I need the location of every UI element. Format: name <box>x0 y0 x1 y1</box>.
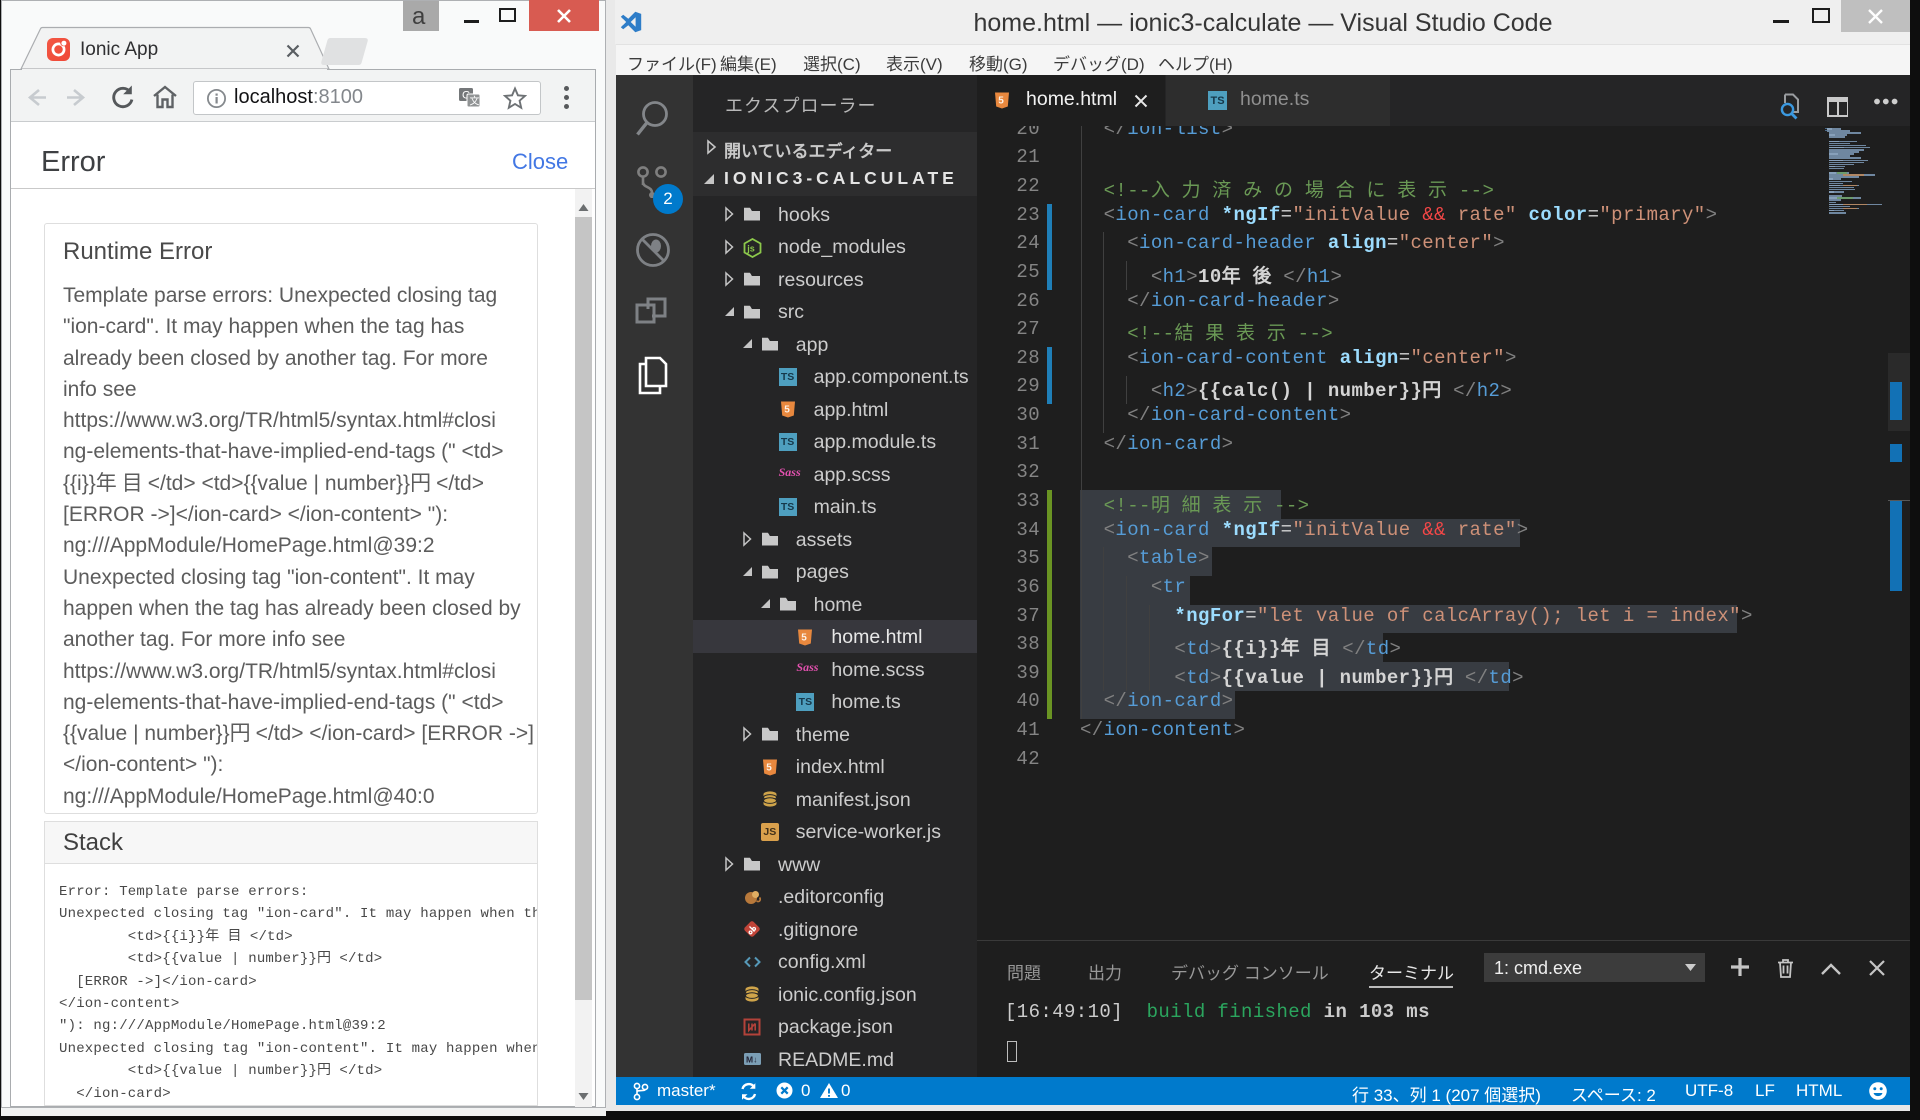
svg-text:js: js <box>746 243 755 253</box>
svg-text:5: 5 <box>998 96 1004 107</box>
svg-text:5: 5 <box>766 762 772 773</box>
svg-text:文: 文 <box>470 95 480 108</box>
svg-text:5: 5 <box>784 405 790 416</box>
svg-text:5: 5 <box>802 632 808 643</box>
svg-text:M↓: M↓ <box>746 1054 757 1064</box>
